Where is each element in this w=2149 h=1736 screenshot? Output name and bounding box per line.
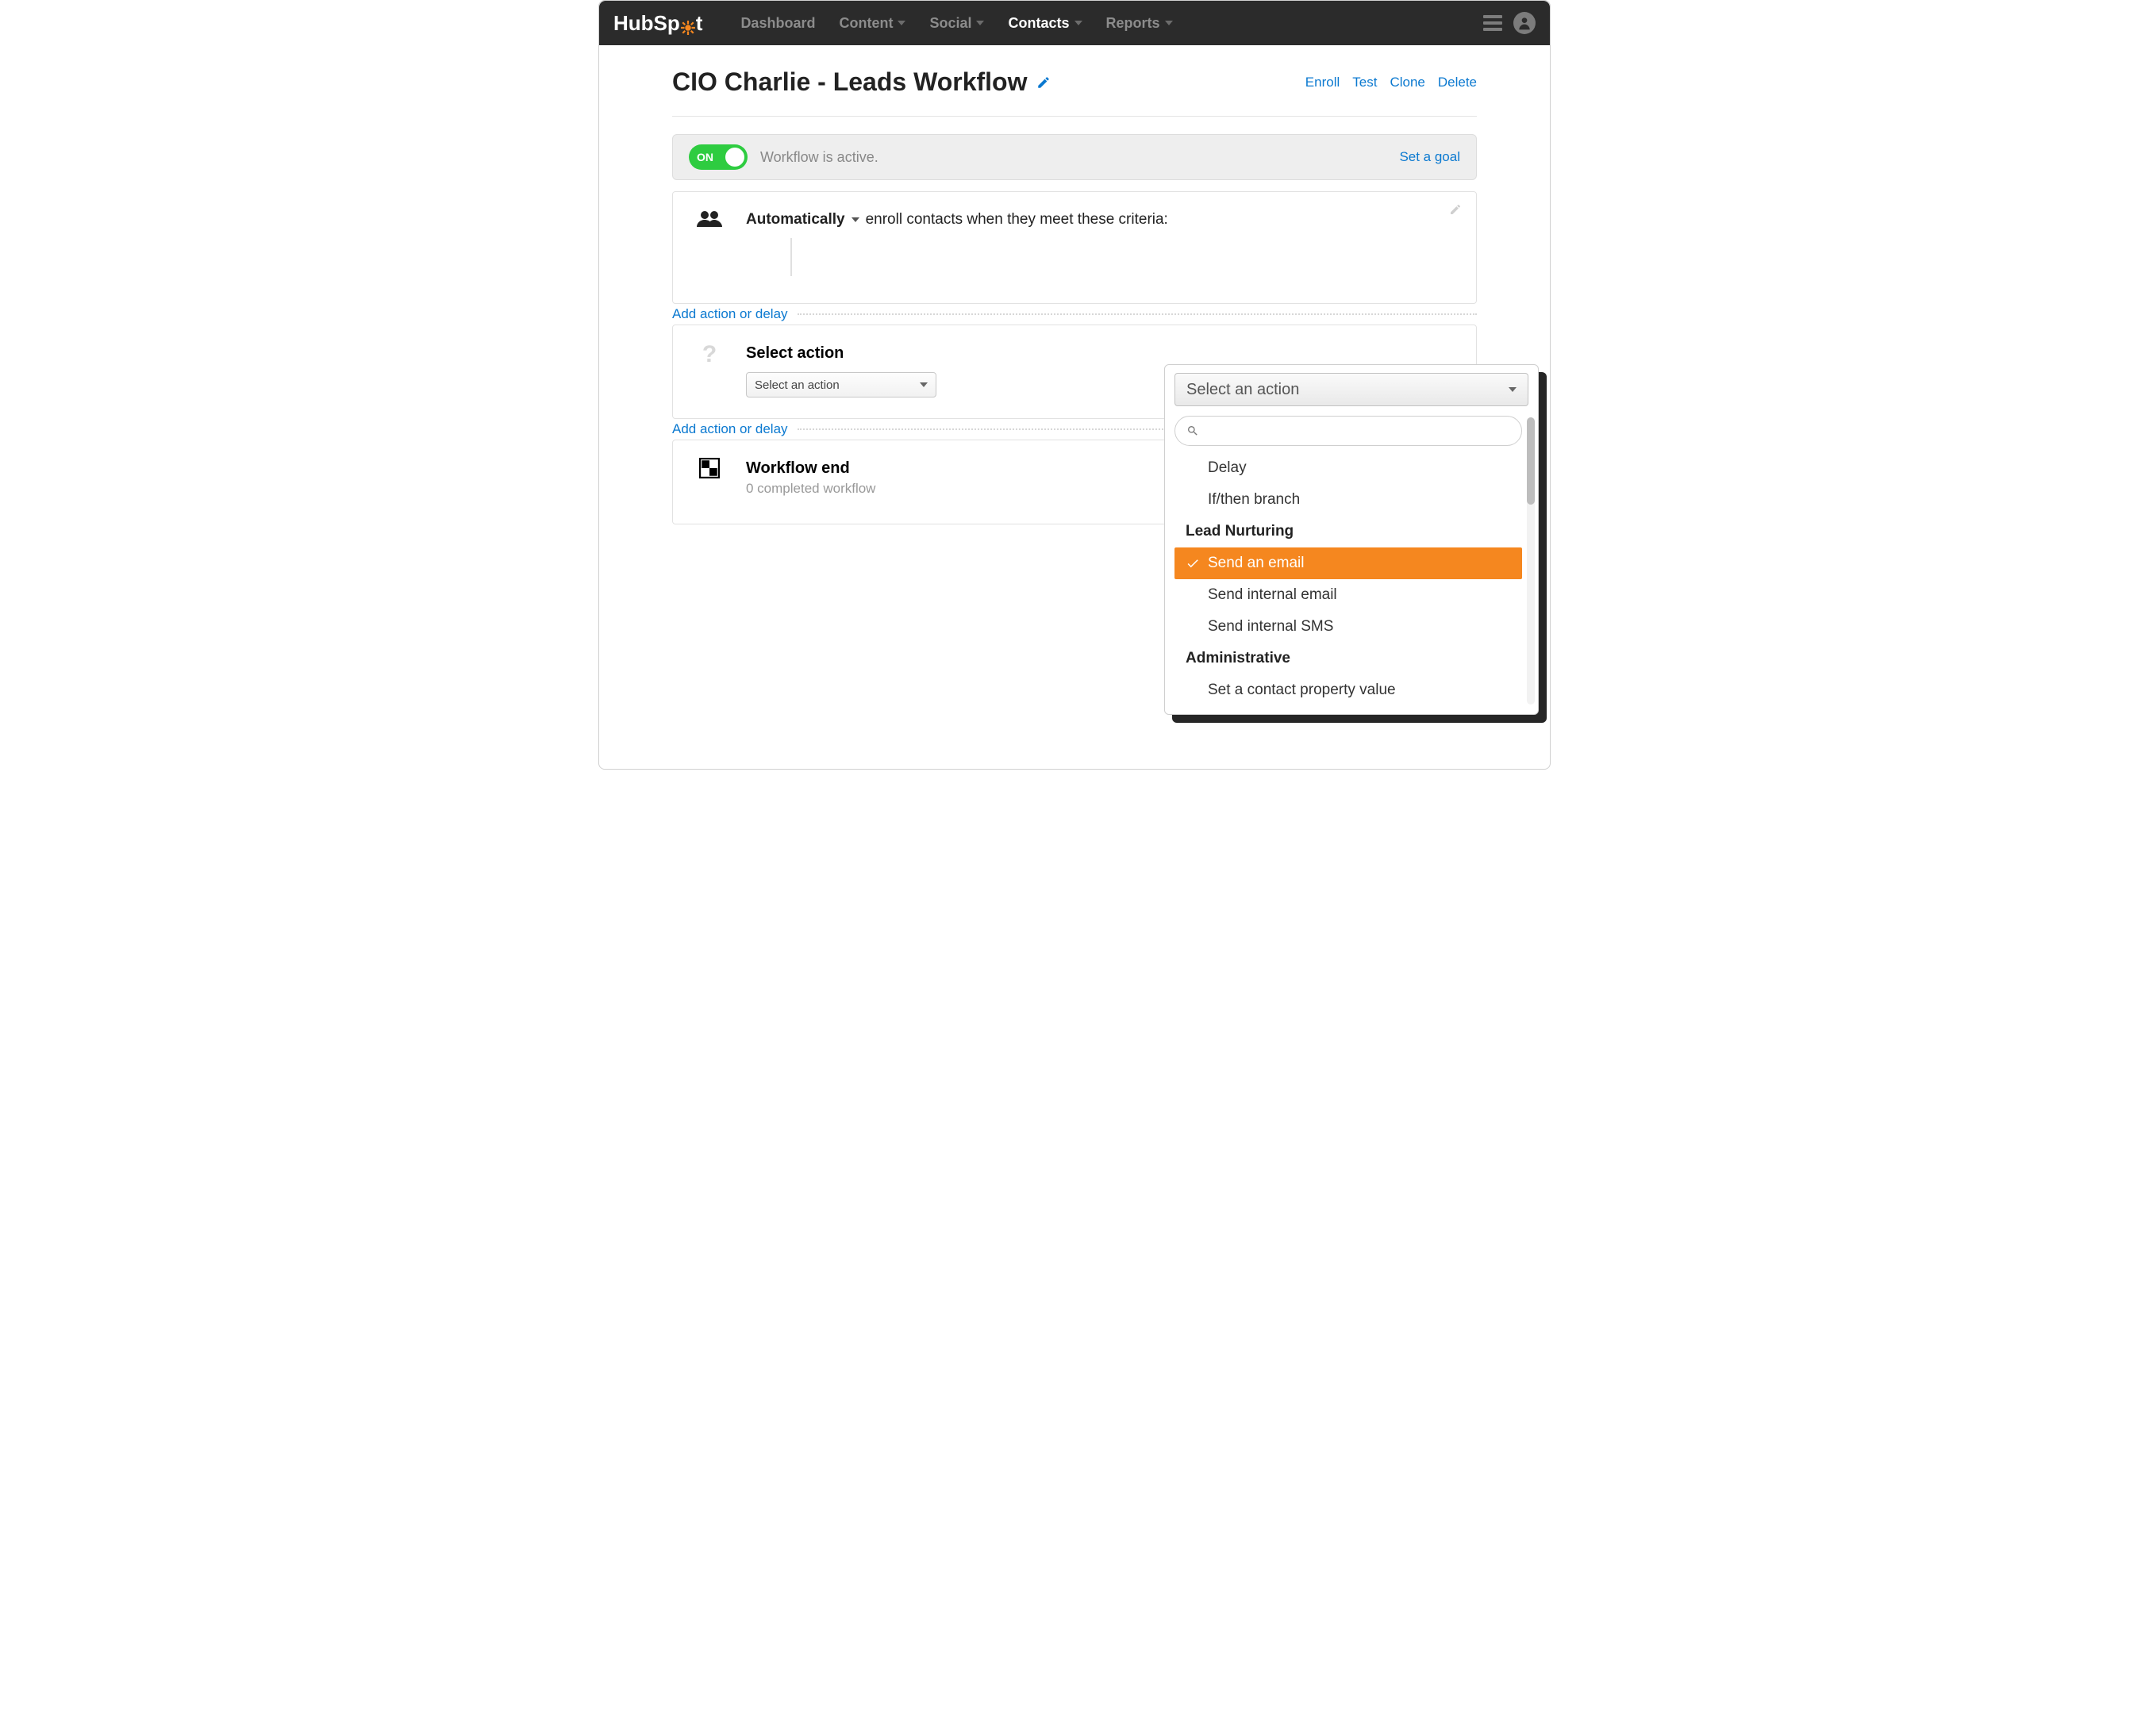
select-action-title: Select action [746, 344, 1454, 363]
enrollment-card: Automatically enroll contacts when they … [672, 191, 1477, 304]
question-mark-icon: ? [702, 343, 717, 367]
page-actions: Enroll Test Clone Delete [1305, 75, 1477, 90]
action-group-header: Administrative [1174, 643, 1522, 674]
workflow-active-toggle[interactable]: ON [689, 144, 748, 170]
caret-down-icon [920, 382, 928, 387]
nav-item-content[interactable]: Content [829, 10, 915, 36]
add-action-link[interactable]: Add action or delay [672, 421, 798, 437]
page-title: CIO Charlie - Leads Workflow [672, 67, 1051, 97]
caret-down-icon [976, 21, 984, 25]
workflow-status-text: Workflow is active. [760, 149, 878, 166]
action-search-field[interactable] [1174, 416, 1522, 446]
action-option[interactable]: Send an email [1174, 547, 1522, 579]
scrollbar-thumb[interactable] [1527, 417, 1535, 505]
action-dropdown-list: DelayIf/then branchLead NurturingSend an… [1174, 416, 1522, 706]
caret-down-icon [852, 217, 859, 222]
action-option[interactable]: Send internal SMS [1174, 611, 1522, 643]
test-link[interactable]: Test [1352, 75, 1377, 90]
user-avatar-icon[interactable] [1513, 12, 1536, 34]
caret-down-icon [1074, 21, 1082, 25]
nav-item-dashboard[interactable]: Dashboard [731, 10, 825, 36]
nav-item-contacts[interactable]: Contacts [998, 10, 1091, 36]
page-header: CIO Charlie - Leads Workflow Enroll Test C… [672, 67, 1477, 97]
search-icon [1186, 424, 1199, 437]
enrollment-criteria-line: Automatically enroll contacts when they … [746, 211, 1454, 229]
enrollment-mode-dropdown[interactable]: Automatically [746, 211, 845, 229]
topbar: HubSp t DashboardContentSocialContactsRe… [599, 1, 1550, 45]
dropdown-scrollbar[interactable] [1527, 417, 1535, 705]
divider [672, 116, 1477, 117]
nav-item-reports[interactable]: Reports [1097, 10, 1182, 36]
edit-title-icon[interactable] [1036, 75, 1051, 90]
nav-item-social[interactable]: Social [920, 10, 994, 36]
action-dropdown-panel: Select an action DelayIf/then branchLead… [1164, 364, 1539, 715]
check-icon [1186, 556, 1200, 570]
workflow-status-bar: ON Workflow is active. Set a goal [672, 134, 1477, 180]
set-goal-link[interactable]: Set a goal [1399, 149, 1460, 165]
select-action-dropdown[interactable]: Select an action [746, 372, 936, 398]
caret-down-icon [1509, 387, 1517, 392]
sprocket-icon [681, 16, 695, 30]
edit-card-icon[interactable] [1449, 203, 1462, 216]
enroll-link[interactable]: Enroll [1305, 75, 1340, 90]
action-option[interactable]: Delay [1174, 452, 1522, 484]
timeline-connector [790, 238, 792, 276]
action-group-header: Lead Nurturing [1174, 516, 1522, 547]
brand-logo: HubSp t [613, 11, 702, 36]
clone-link[interactable]: Clone [1390, 75, 1424, 90]
action-option[interactable]: If/then branch [1174, 484, 1522, 516]
action-dropdown-header[interactable]: Select an action [1174, 373, 1528, 406]
menu-icon[interactable] [1483, 15, 1502, 31]
action-search-input[interactable] [1205, 423, 1510, 439]
add-action-link[interactable]: Add action or delay [672, 306, 798, 322]
contacts-icon [695, 209, 724, 227]
caret-down-icon [898, 21, 905, 25]
topbar-right [1483, 12, 1536, 34]
action-option[interactable]: Set a contact property value [1174, 674, 1522, 706]
primary-nav: DashboardContentSocialContactsReports [731, 10, 1483, 36]
add-action-row: Add action or delay [672, 304, 1477, 325]
app-window: HubSp t DashboardContentSocialContactsRe… [598, 0, 1551, 770]
action-option[interactable]: Send internal email [1174, 579, 1522, 611]
end-icon [695, 458, 724, 478]
delete-link[interactable]: Delete [1438, 75, 1477, 90]
caret-down-icon [1165, 21, 1173, 25]
